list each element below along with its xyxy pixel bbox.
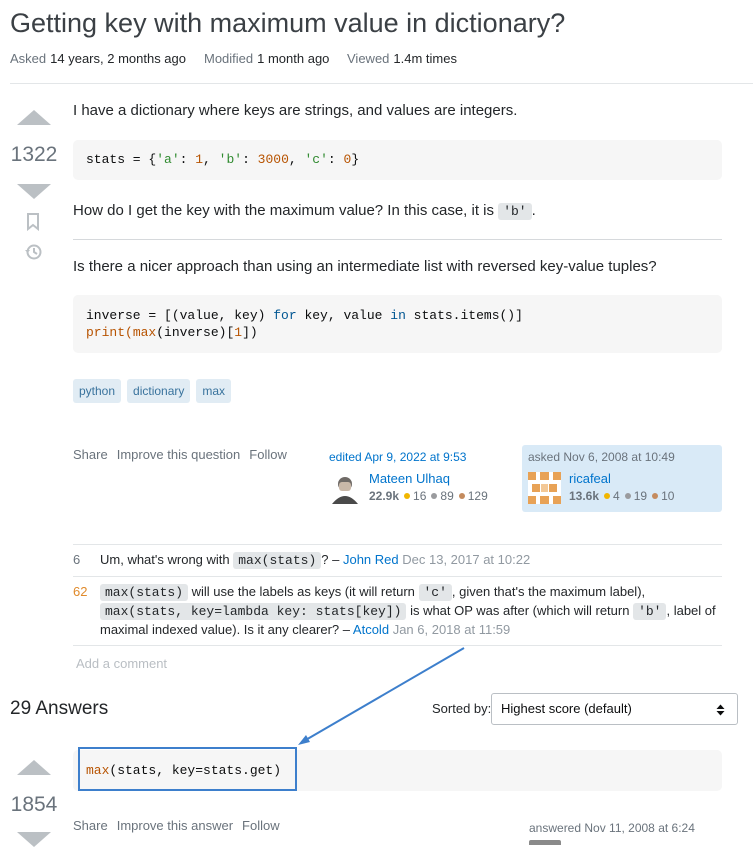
- annotation-arrow-icon: [298, 647, 465, 745]
- improve-answer-link[interactable]: Improve this answer: [117, 818, 233, 833]
- avatar[interactable]: [529, 840, 561, 845]
- follow-link[interactable]: Follow: [242, 818, 280, 833]
- answered-time[interactable]: answered Nov 11, 2008 at 6:24: [529, 821, 695, 835]
- share-link[interactable]: Share: [73, 818, 108, 833]
- answer-actions: Share Improve this answer Follow: [73, 818, 280, 833]
